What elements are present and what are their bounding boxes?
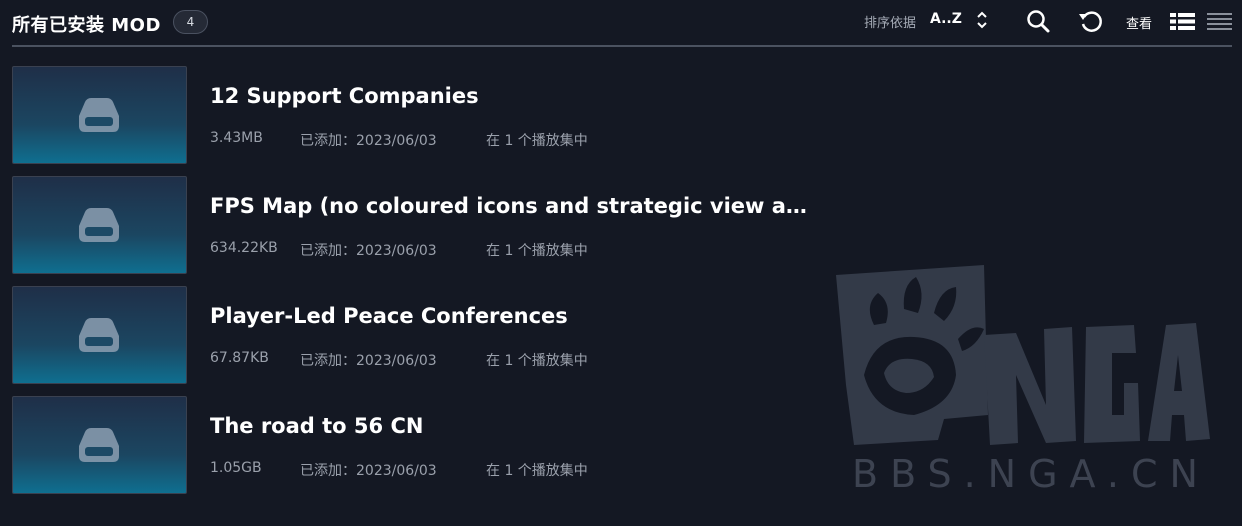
list-view-icon[interactable]: [1170, 13, 1195, 34]
mod-thumbnail: [12, 396, 187, 494]
mod-added-date: 已添加：2023/06/03: [300, 133, 437, 149]
mod-playsets: 在 1 个播放集中: [486, 353, 588, 369]
mod-added-date: 已添加：2023/06/03: [300, 463, 437, 479]
view-label: 查看: [1126, 17, 1153, 32]
mod-row[interactable]: The road to 56 CN 1.05GB 已添加：2023/06/03 …: [0, 396, 820, 496]
mod-name: The road to 56 CN: [210, 414, 424, 438]
compact-list-view-icon[interactable]: [1207, 13, 1232, 34]
refresh-icon[interactable]: [1078, 9, 1104, 38]
watermark-url: BBS.NGA.CN: [852, 452, 1210, 496]
drive-icon: [79, 318, 119, 352]
mod-playsets: 在 1 个播放集中: [486, 133, 588, 149]
page-title: 所有已安装 MOD: [12, 15, 161, 36]
mod-added-date: 已添加：2023/06/03: [300, 243, 437, 259]
drive-icon: [79, 208, 119, 242]
mod-thumbnail: [12, 286, 187, 384]
mod-thumbnail: [12, 66, 187, 164]
mod-manager: 所有已安装 MOD 4 排序依据 A..Z 查看 12 Support Comp…: [0, 0, 1242, 526]
sort-label: 排序依据: [864, 16, 917, 31]
mod-thumbnail: [12, 176, 187, 274]
mod-size: 1.05GB: [210, 460, 262, 476]
sort-dropdown[interactable]: A..Z: [930, 11, 962, 27]
mod-row[interactable]: FPS Map (no coloured icons and strategic…: [0, 176, 820, 276]
mod-name: 12 Support Companies: [210, 84, 479, 108]
mod-size: 67.87KB: [210, 350, 269, 366]
header-bar: 所有已安装 MOD 4 排序依据 A..Z 查看: [0, 0, 1242, 47]
mod-name: FPS Map (no coloured icons and strategic…: [210, 194, 810, 218]
mod-size: 3.43MB: [210, 130, 263, 146]
mod-row[interactable]: 12 Support Companies 3.43MB 已添加：2023/06/…: [0, 66, 820, 166]
search-icon[interactable]: [1026, 9, 1051, 38]
mod-count-badge: 4: [173, 10, 208, 34]
mod-playsets: 在 1 个播放集中: [486, 243, 588, 259]
mod-row[interactable]: Player-Led Peace Conferences 67.87KB 已添加…: [0, 286, 820, 386]
header-divider: [12, 45, 1232, 47]
mod-size: 634.22KB: [210, 240, 278, 256]
sort-chevrons-icon[interactable]: [975, 10, 989, 30]
mod-added-date: 已添加：2023/06/03: [300, 353, 437, 369]
mod-name: Player-Led Peace Conferences: [210, 304, 568, 328]
drive-icon: [79, 428, 119, 462]
mod-playsets: 在 1 个播放集中: [486, 463, 588, 479]
drive-icon: [79, 98, 119, 132]
